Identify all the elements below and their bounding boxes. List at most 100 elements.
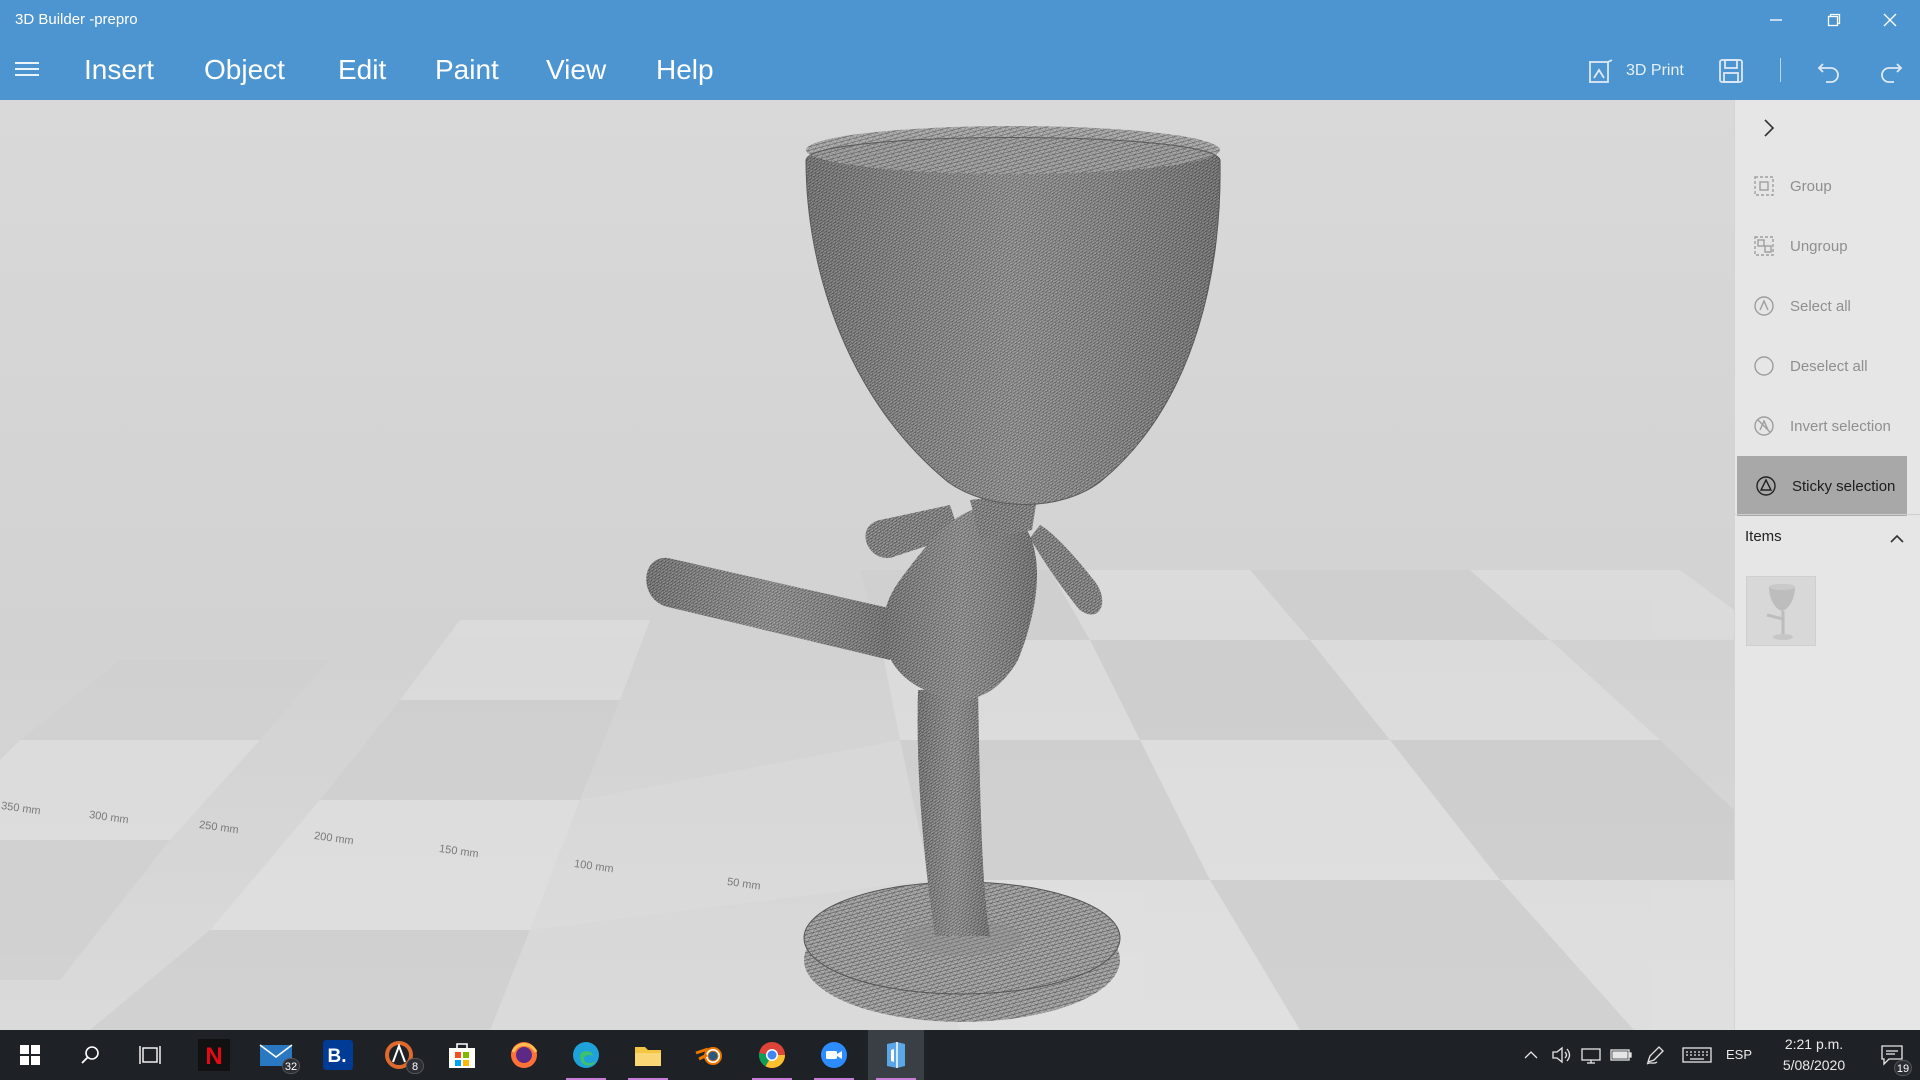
touch-keyboard-button[interactable] [1680,1030,1714,1080]
notification-badge: 19 [1894,1060,1912,1076]
search-icon [81,1046,99,1064]
svg-text:N: N [205,1043,222,1070]
battery-button[interactable] [1608,1030,1634,1080]
panel-divider [1735,514,1920,515]
taskbar-clock[interactable]: 2:21 p.m. 5/08/2020 [1766,1034,1862,1076]
save-button[interactable] [1718,56,1744,86]
network-icon [1581,1048,1601,1064]
save-icon [1719,59,1743,83]
taskbar-app-edge[interactable] [558,1030,614,1080]
deselect-all-icon [1752,354,1776,378]
item-thumbnail[interactable] [1746,576,1816,646]
panel-sticky-selection[interactable]: Sticky selection [1737,456,1907,516]
windows-logo-icon [20,1045,40,1065]
task-view-icon [139,1046,161,1064]
minimize-icon [1770,19,1782,21]
volume-icon [1552,1046,1571,1064]
3d-print-button[interactable]: 3D Print [1588,56,1684,86]
panel-select-all[interactable]: Select all [1735,276,1907,336]
chrome-icon [758,1042,786,1069]
panel-ungroup[interactable]: Ungroup [1735,216,1907,276]
start-button[interactable] [2,1030,58,1080]
taskbar-app-avast[interactable]: 8 [372,1030,428,1080]
close-button[interactable] [1862,0,1918,40]
network-button[interactable] [1578,1030,1604,1080]
model-head-cup [805,126,1221,505]
3d-viewport[interactable]: 50 mm 100 mm 150 mm 200 mm 250 mm 300 mm… [0,100,1734,1030]
menu-paint[interactable]: Paint [435,52,499,88]
close-icon [1883,13,1897,27]
taskbar-app-chrome[interactable] [744,1030,800,1080]
minimize-button[interactable] [1748,0,1804,40]
app-bar: 3D Builder -prepro Insert Object Edit Pa… [0,0,1920,100]
panel-select-all-label: Select all [1790,297,1851,315]
3d-print-label: 3D Print [1626,62,1684,79]
avast-badge: 8 [406,1058,424,1074]
taskbar-app-store[interactable] [434,1030,490,1080]
panel-invert-selection-label: Invert selection [1790,417,1891,435]
select-all-icon [1752,294,1776,318]
menu-view[interactable]: View [546,52,606,88]
show-hidden-icons[interactable] [1520,1030,1542,1080]
svg-text:B.: B. [328,1046,347,1067]
toolbar-separator [1780,58,1781,82]
action-center-button[interactable]: 19 [1870,1030,1914,1080]
sticky-selection-icon [1754,474,1778,498]
group-icon [1752,174,1776,198]
taskbar-app-3d-builder[interactable] [868,1030,924,1080]
3d-print-icon [1589,59,1613,83]
menu-insert[interactable]: Insert [84,52,154,88]
keyboard-icon [1682,1047,1712,1063]
edge-icon [573,1042,599,1068]
taskbar-app-firefox[interactable] [496,1030,552,1080]
restore-icon [1827,13,1841,27]
ungroup-icon [1752,234,1776,258]
taskbar-app-netflix[interactable]: N [186,1030,242,1080]
store-icon [449,1043,475,1068]
redo-icon [1881,63,1903,83]
panel-collapse-button[interactable] [1755,114,1783,142]
panel-deselect-all-label: Deselect all [1790,357,1868,375]
taskbar-app-zoom[interactable] [806,1030,862,1080]
invert-selection-icon [1752,414,1776,438]
model-arm-left [646,557,898,660]
panel-invert-selection[interactable]: Invert selection [1735,396,1907,456]
panel-deselect-all[interactable]: Deselect all [1735,336,1907,396]
menu-edit[interactable]: Edit [338,52,386,88]
task-view-button[interactable] [122,1030,178,1080]
chevron-up-icon [1524,1051,1538,1059]
selection-panel: Group Ungroup Select all Deselect all In… [1734,100,1920,1030]
mail-badge: 32 [282,1058,300,1074]
model-thumbnail-image [1766,584,1795,640]
window-title: 3D Builder -prepro [15,11,138,28]
input-language[interactable]: ESP [1726,1047,1752,1062]
panel-sticky-selection-label: Sticky selection [1792,477,1896,495]
panel-group-label: Group [1790,177,1832,195]
items-header: Items [1745,528,1782,545]
title-bar: 3D Builder -prepro [0,0,1920,40]
taskbar-app-blender[interactable] [682,1030,738,1080]
restore-button[interactable] [1806,0,1862,40]
chevron-right-icon [1764,119,1775,137]
menu-bar: Insert Object Edit Paint View Help 3D Pr… [0,40,1920,100]
panel-ungroup-label: Ungroup [1790,237,1848,255]
undo-button[interactable] [1816,56,1842,86]
taskbar-app-booking[interactable]: B. [310,1030,366,1080]
redo-button[interactable] [1878,56,1904,86]
pen-button[interactable] [1642,1030,1668,1080]
scene-canvas [0,126,1734,1030]
panel-group[interactable]: Group [1735,156,1907,216]
taskbar-app-mail[interactable]: 32 [248,1030,304,1080]
pen-icon [1646,1046,1664,1065]
taskbar-app-file-explorer[interactable] [620,1030,676,1080]
clock-time: 2:21 p.m. [1784,1036,1844,1052]
hamburger-menu-icon[interactable] [15,60,41,80]
items-collapse-button[interactable] [1887,530,1907,546]
menu-help[interactable]: Help [656,52,714,88]
folder-icon [635,1047,661,1066]
chevron-up-icon [1890,534,1904,543]
battery-icon [1610,1049,1632,1061]
menu-object[interactable]: Object [204,52,285,88]
search-button[interactable] [62,1030,118,1080]
volume-button[interactable] [1548,1030,1574,1080]
